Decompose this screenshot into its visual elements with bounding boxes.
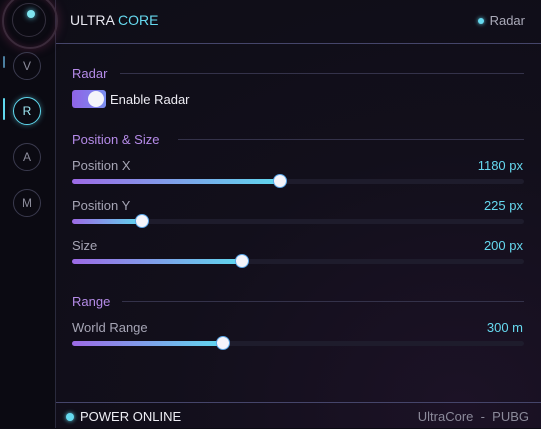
slider-fill: [72, 341, 223, 346]
section-title-position-size: Position & Size: [72, 132, 160, 147]
sidebar-item-m[interactable]: M: [13, 189, 41, 217]
slider-fill: [72, 179, 280, 184]
position-x-label: Position X: [72, 158, 131, 173]
slider-thumb[interactable]: [235, 254, 249, 268]
app-window: V R A M ULTRA CORE Radar Radar Enable Ra…: [0, 0, 541, 428]
slider-fill: [72, 259, 242, 264]
size-label: Size: [72, 238, 98, 253]
enable-radar-label: Enable Radar: [110, 92, 190, 107]
footer: POWER ONLINE UltraCore - PUBG: [56, 402, 541, 429]
world-range-value: 300 m: [486, 320, 523, 335]
sidebar-item-r[interactable]: R: [13, 97, 41, 125]
position-y-value: 225 px: [483, 198, 523, 213]
section-divider: [120, 73, 524, 74]
slider-thumb[interactable]: [135, 214, 149, 228]
sidebar-item-v[interactable]: V: [13, 52, 41, 80]
enable-radar-toggle[interactable]: [72, 90, 106, 108]
section-title-radar: Radar: [72, 66, 108, 81]
sidebar: V R A M: [0, 0, 58, 428]
logo-icon: [2, 0, 58, 49]
position-y-label: Position Y: [72, 198, 131, 213]
current-page-label: Radar: [489, 13, 525, 28]
power-status-label: POWER ONLINE: [80, 409, 182, 424]
world-range-label: World Range: [72, 320, 148, 335]
brand-primary: ULTRA: [70, 12, 115, 28]
current-page-indicator: Radar: [477, 13, 525, 28]
world-range-slider[interactable]: [72, 336, 524, 350]
slider-thumb[interactable]: [216, 336, 230, 350]
section-title-range: Range: [72, 294, 111, 309]
size-value: 200 px: [483, 238, 523, 253]
footer-app-info: UltraCore - PUBG: [417, 409, 529, 424]
nav-marker-active: [3, 98, 5, 120]
sidebar-item-a[interactable]: A: [13, 143, 41, 171]
position-x-value: 1180 px: [477, 158, 523, 173]
toggle-knob: [88, 91, 104, 107]
slider-thumb[interactable]: [273, 174, 287, 188]
section-divider: [178, 139, 524, 140]
logo-dot: [27, 10, 35, 18]
slider-fill: [72, 219, 142, 224]
size-slider[interactable]: [72, 254, 524, 268]
position-x-slider[interactable]: [72, 174, 524, 188]
brand-accent: CORE: [117, 12, 159, 28]
header: ULTRA CORE Radar: [56, 0, 541, 44]
power-dot-icon: [66, 412, 74, 421]
position-y-slider[interactable]: [72, 214, 524, 228]
nav-marker-v: [3, 56, 5, 68]
status-dot-icon: [477, 17, 484, 24]
power-status: POWER ONLINE: [66, 409, 181, 424]
app-title: ULTRA CORE: [70, 12, 158, 28]
section-divider: [122, 301, 524, 302]
